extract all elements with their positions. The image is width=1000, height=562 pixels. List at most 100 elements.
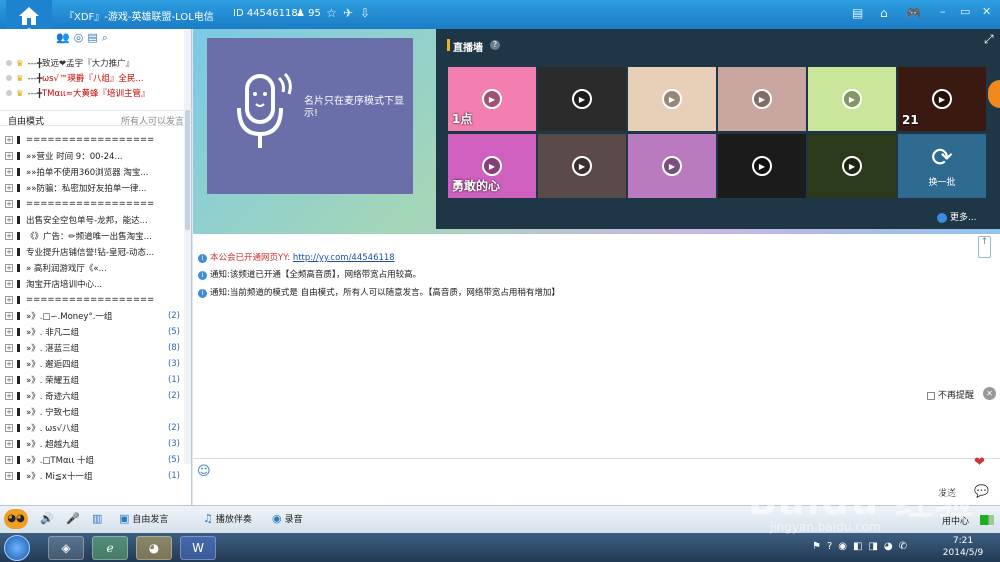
start-button[interactable] bbox=[4, 535, 30, 561]
app-home-icon[interactable]: ⌂ bbox=[880, 6, 888, 20]
expand-icon[interactable]: + bbox=[5, 456, 13, 464]
live-stream-tile[interactable]: ▶ bbox=[718, 67, 806, 131]
left-scrollbar[interactable] bbox=[184, 30, 191, 464]
channel-item[interactable]: + » 高利润游戏厅《«... bbox=[0, 260, 186, 276]
channel-item[interactable]: + »»防骗：私密加好友拍单一律... bbox=[0, 180, 186, 196]
expand-icon[interactable]: + bbox=[5, 264, 13, 272]
people-icon[interactable]: 👥 bbox=[56, 31, 70, 49]
live-stream-tile[interactable]: ▶ bbox=[808, 67, 896, 131]
speaker-icon[interactable]: 🔊 bbox=[40, 512, 57, 525]
expand-icon[interactable]: ⤢ bbox=[984, 32, 994, 47]
channel-item[interactable]: + ================== bbox=[0, 196, 186, 212]
live-stream-tile[interactable]: ▶ 勇敢的心 bbox=[448, 134, 536, 198]
expand-icon[interactable]: + bbox=[5, 136, 13, 144]
notes-icon[interactable]: ▤ bbox=[852, 6, 863, 20]
channel-item[interactable]: + 《》广告：✏频道唯一出售淘宝... bbox=[0, 228, 186, 244]
channel-item[interactable]: + ================== bbox=[0, 132, 186, 148]
game-icon[interactable]: 🎮 bbox=[906, 6, 921, 20]
taskbar-browser-icon[interactable]: ℯ bbox=[92, 536, 128, 560]
expand-icon[interactable]: + bbox=[5, 328, 13, 336]
share-icon[interactable]: ✈ bbox=[343, 6, 353, 20]
expand-icon[interactable]: + bbox=[5, 392, 13, 400]
vip-user[interactable]: ♛ ---╋ωs√™瑛爵『八组』全民... bbox=[6, 72, 186, 85]
channel-item[interactable]: + »》. 邂逅四组 (3) bbox=[0, 356, 186, 372]
expand-icon[interactable]: + bbox=[5, 152, 13, 160]
taskbar-app-icon[interactable]: ◈ bbox=[48, 536, 84, 560]
expand-icon[interactable]: + bbox=[5, 248, 13, 256]
channel-item[interactable]: + »》. 奇迹六组 (2) bbox=[0, 388, 186, 404]
live-stream-tile[interactable]: ▶ bbox=[718, 134, 806, 198]
expand-icon[interactable]: + bbox=[5, 472, 13, 480]
live-stream-tile[interactable]: ▶ bbox=[538, 67, 626, 131]
chat-scrollbar[interactable]: ↑ bbox=[976, 234, 993, 458]
chat-bubble-icon[interactable]: 💬 bbox=[974, 484, 989, 498]
help-icon[interactable]: ? bbox=[490, 40, 500, 50]
expand-icon[interactable]: + bbox=[5, 424, 13, 432]
search-icon[interactable]: ⌕ bbox=[102, 31, 108, 49]
more-link[interactable]: 更多... bbox=[937, 210, 977, 223]
channel-item[interactable]: + »»营业 时间 9：00-24... bbox=[0, 148, 186, 164]
expand-icon[interactable]: + bbox=[5, 280, 13, 288]
live-stream-tile[interactable]: ▶ bbox=[628, 67, 716, 131]
gift-icon[interactable]: ❤ bbox=[974, 455, 985, 470]
tray-icons[interactable]: ⚑?◉◧◨◕✆ bbox=[812, 541, 913, 552]
free-speak-button[interactable]: ▣ 自由发言 bbox=[119, 512, 168, 525]
list-icon[interactable]: ▤ bbox=[87, 31, 97, 49]
expand-icon[interactable]: + bbox=[5, 296, 13, 304]
minimize-button[interactable]: – bbox=[940, 5, 946, 18]
live-stream-tile[interactable]: ▶ 1点 bbox=[448, 67, 536, 131]
vip-user[interactable]: ♛ ---╋致远❤孟宇『大力推广』 bbox=[6, 57, 186, 70]
download-icon[interactable]: ⇩ bbox=[360, 6, 370, 20]
channel-item[interactable]: + »》. 超越九组 (3) bbox=[0, 436, 186, 452]
channel-item[interactable]: + »》. ωs√八组 (2) bbox=[0, 420, 186, 436]
channel-item[interactable]: + »》. Mi≦x十一组 (1) bbox=[0, 468, 186, 484]
live-stream-tile[interactable]: ▶ bbox=[628, 134, 716, 198]
expand-icon[interactable]: + bbox=[5, 200, 13, 208]
mic-icon[interactable]: 🎤 bbox=[66, 512, 83, 525]
refresh-button[interactable]: ⟳ 换一批 bbox=[898, 134, 986, 198]
channel-item[interactable]: + »》.□TMαιι 十组 (5) bbox=[0, 452, 186, 468]
mode-description: 所有人可以发言 bbox=[120, 117, 184, 127]
expand-icon[interactable]: + bbox=[5, 184, 13, 192]
vip-user[interactable]: ♛ ---╋TMαιι≈大黄蜂『培训主管』 bbox=[6, 87, 186, 100]
expand-icon[interactable]: + bbox=[5, 344, 13, 352]
channel-item[interactable]: + »》. 湛蓝三组 (8) bbox=[0, 340, 186, 356]
expand-icon[interactable]: + bbox=[5, 360, 13, 368]
channel-item[interactable]: + »》.□∽.Money°.一组 (2) bbox=[0, 308, 186, 324]
channel-item[interactable]: + »》. 宁致七组 bbox=[0, 404, 186, 420]
channel-item[interactable]: + 专业提升店铺信誉!钻-皇冠-动态... bbox=[0, 244, 186, 260]
channel-item[interactable]: + 淘宝开店培训中心... bbox=[0, 276, 186, 292]
taskbar-word-icon[interactable]: W bbox=[180, 536, 216, 560]
channel-item[interactable]: + 出售安全空包单号-龙邦，能达... bbox=[0, 212, 186, 228]
close-tip-icon[interactable]: ✕ bbox=[983, 387, 996, 400]
expand-icon[interactable]: + bbox=[5, 376, 13, 384]
maximize-button[interactable]: ▭ bbox=[960, 5, 970, 18]
star-icon[interactable]: ☆ bbox=[326, 6, 337, 20]
live-stream-tile[interactable]: ▶ bbox=[538, 134, 626, 198]
accompany-button[interactable]: ♫ 播放伴奏 bbox=[203, 512, 252, 525]
expand-icon[interactable]: + bbox=[5, 232, 13, 240]
web-yy-link[interactable]: http://yy.com/44546118 bbox=[293, 253, 395, 263]
mixer-icon[interactable]: ▥ bbox=[92, 512, 105, 525]
location-icon[interactable]: ◎ bbox=[74, 31, 84, 49]
channel-item[interactable]: + ================== bbox=[0, 292, 186, 308]
clock[interactable]: 7:21 2014/5/9 bbox=[940, 535, 986, 559]
live-stream-tile[interactable]: ▶ bbox=[808, 134, 896, 198]
channel-item[interactable]: + »»拍单不使用360浏览器 淘宝... bbox=[0, 164, 186, 180]
channel-item[interactable]: + »》. 荣耀五组 (1) bbox=[0, 372, 186, 388]
expand-icon[interactable]: + bbox=[5, 216, 13, 224]
channel-marker bbox=[17, 200, 20, 208]
expand-icon[interactable]: + bbox=[5, 312, 13, 320]
taskbar-yy-icon[interactable]: ◕ bbox=[136, 536, 172, 560]
close-button[interactable]: ✕ bbox=[982, 5, 991, 18]
expand-icon[interactable]: + bbox=[5, 440, 13, 448]
channel-item[interactable]: + »》. 非凡二组 (5) bbox=[0, 324, 186, 340]
yy-logo-icon[interactable]: ◕◕ bbox=[4, 509, 28, 529]
emoji-icon[interactable]: ☺ bbox=[197, 464, 211, 479]
live-stream-tile[interactable]: ▶ 21 bbox=[898, 67, 986, 131]
channel-marker bbox=[17, 136, 20, 144]
no-remind-checkbox[interactable]: 不再提醒 bbox=[927, 388, 974, 401]
record-button[interactable]: ◉ 录音 bbox=[272, 512, 303, 525]
expand-icon[interactable]: + bbox=[5, 168, 13, 176]
expand-icon[interactable]: + bbox=[5, 408, 13, 416]
